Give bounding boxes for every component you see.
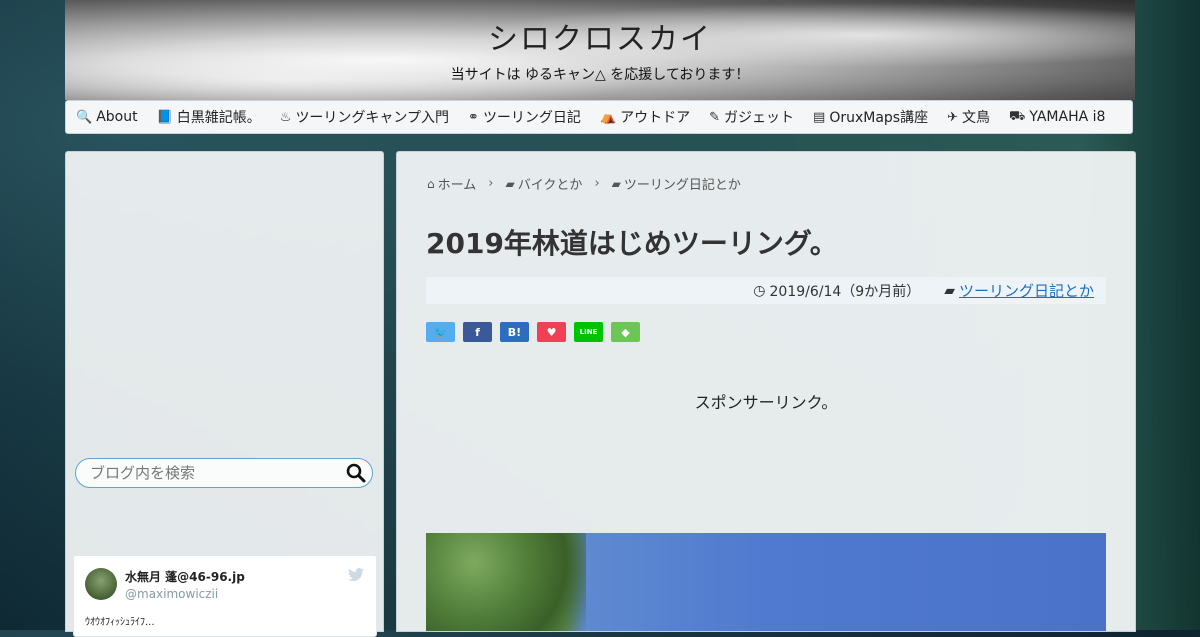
search-input[interactable] — [88, 463, 342, 483]
post-date: 2019/6/14（9か月前） — [769, 283, 921, 300]
nav-item-label: 文鳥 — [962, 110, 991, 126]
sidebar: 水無月 蓬@46-96.jp @maximowiczii ｳｵｳｵﾌｨｯｼｭﾗｲ… — [65, 151, 384, 637]
scooter-icon: ⛟ — [1009, 108, 1026, 124]
post-hero-image[interactable] — [426, 533, 1106, 631]
nav-item-label: OruxMaps講座 — [829, 110, 929, 126]
tweet-text: ｳｵｳｵﾌｨｯｼｭﾗｲﾌ... — [85, 617, 155, 628]
map-icon: ▤ — [813, 109, 826, 125]
breadcrumb-bike[interactable]: バイクとか — [518, 174, 583, 193]
nav-item-touring-diary[interactable]: ⚭ ツーリング日記 — [468, 107, 581, 127]
nav-item-label: アウトドア — [620, 110, 691, 126]
bird-icon: ✈ — [947, 109, 959, 125]
nav-item-label: About — [96, 109, 138, 125]
folder-icon: ▰ — [505, 176, 515, 191]
breadcrumb-touring-diary[interactable]: ツーリング日記とか — [624, 174, 741, 193]
site-header: シロクロスカイ 当サイトは ゆるキャン△ を応援しております！ — [65, 0, 1135, 100]
home-icon: ⌂ — [427, 176, 435, 191]
search-icon[interactable] — [346, 463, 366, 483]
nav-item-label: 白黒雑記帳。 — [176, 110, 261, 126]
campfire-icon: ♨ — [279, 109, 292, 125]
pocket-share-button[interactable]: ♥ — [537, 322, 566, 342]
tent-icon: ⛺ — [599, 109, 617, 125]
folder-icon: ▰ — [611, 176, 621, 191]
book-icon: 📘 — [156, 109, 173, 125]
facebook-share-button[interactable]: f — [463, 322, 492, 342]
sponsor-label: スポンサーリンク。 — [694, 393, 838, 412]
twitter-bird-icon[interactable] — [348, 568, 364, 582]
twitter-share-button[interactable]: 🐦 — [426, 322, 455, 342]
nav-item-bird[interactable]: ✈ 文鳥 — [947, 107, 990, 127]
search-icon: 🔍 — [76, 109, 93, 125]
nav-item-touring-camp[interactable]: ♨ ツーリングキャンプ入門 — [280, 107, 449, 127]
breadcrumb-separator: › — [594, 176, 600, 191]
tweet-author-name[interactable]: 水無月 蓬@46-96.jp — [125, 568, 245, 585]
nav-item-label: YAMAHA i8 — [1029, 109, 1106, 125]
hatena-share-button[interactable]: B! — [500, 322, 529, 342]
clock-icon: ◷ — [753, 282, 766, 299]
twitter-timeline-card[interactable]: 水無月 蓬@46-96.jp @maximowiczii ｳｵｳｵﾌｨｯｼｭﾗｲ… — [73, 555, 377, 637]
nav-item-yamaha[interactable]: ⛟ YAMAHA i8 — [1009, 109, 1105, 126]
share-buttons: 🐦 f B! ♥ LINE ◆ — [426, 322, 648, 342]
nav-item-notebook[interactable]: 📘 白黒雑記帳。 — [157, 107, 261, 127]
line-share-button[interactable]: LINE — [574, 322, 603, 342]
article: ⌂ ホーム › ▰ バイクとか › ▰ ツーリング日記とか 2019年林道はじめ… — [396, 151, 1136, 632]
breadcrumb-separator: › — [488, 176, 494, 191]
nav-item-label: ガジェット — [724, 110, 795, 126]
breadcrumb: ⌂ ホーム › ▰ バイクとか › ▰ ツーリング日記とか — [427, 174, 741, 193]
global-nav: 🔍 About 📘 白黒雑記帳。 ♨ ツーリングキャンプ入門 ⚭ ツーリング日記… — [65, 100, 1133, 134]
nav-item-label: ツーリング日記 — [482, 110, 581, 126]
post-meta: ◷ 2019/6/14（9か月前） ▰ ツーリング日記とか — [426, 277, 1106, 304]
site-tagline: 当サイトは ゆるキャン△ を応援しております！ — [450, 67, 750, 83]
folder-icon: ▰ — [944, 282, 955, 299]
feedly-share-button[interactable]: ◆ — [611, 322, 640, 342]
site-title[interactable]: シロクロスカイ — [488, 14, 712, 58]
gadget-icon: ✎ — [709, 109, 721, 125]
avatar[interactable] — [85, 568, 117, 600]
nav-item-outdoor[interactable]: ⛺ アウトドア — [600, 107, 690, 127]
post-title: 2019年林道はじめツーリング。 — [426, 227, 838, 260]
tweet-author-handle[interactable]: @maximowiczii — [125, 587, 218, 601]
search-box — [75, 458, 373, 488]
nav-item-about[interactable]: 🔍 About — [76, 109, 138, 125]
nav-item-oruxmaps[interactable]: ▤ OruxMaps講座 — [813, 107, 928, 127]
nav-item-label: ツーリングキャンプ入門 — [295, 110, 450, 126]
breadcrumb-home[interactable]: ホーム — [438, 174, 477, 193]
motorcycle-icon: ⚭ — [468, 109, 479, 125]
nav-item-gadget[interactable]: ✎ ガジェット — [709, 107, 794, 127]
post-category-link[interactable]: ツーリング日記とか — [959, 280, 1094, 301]
